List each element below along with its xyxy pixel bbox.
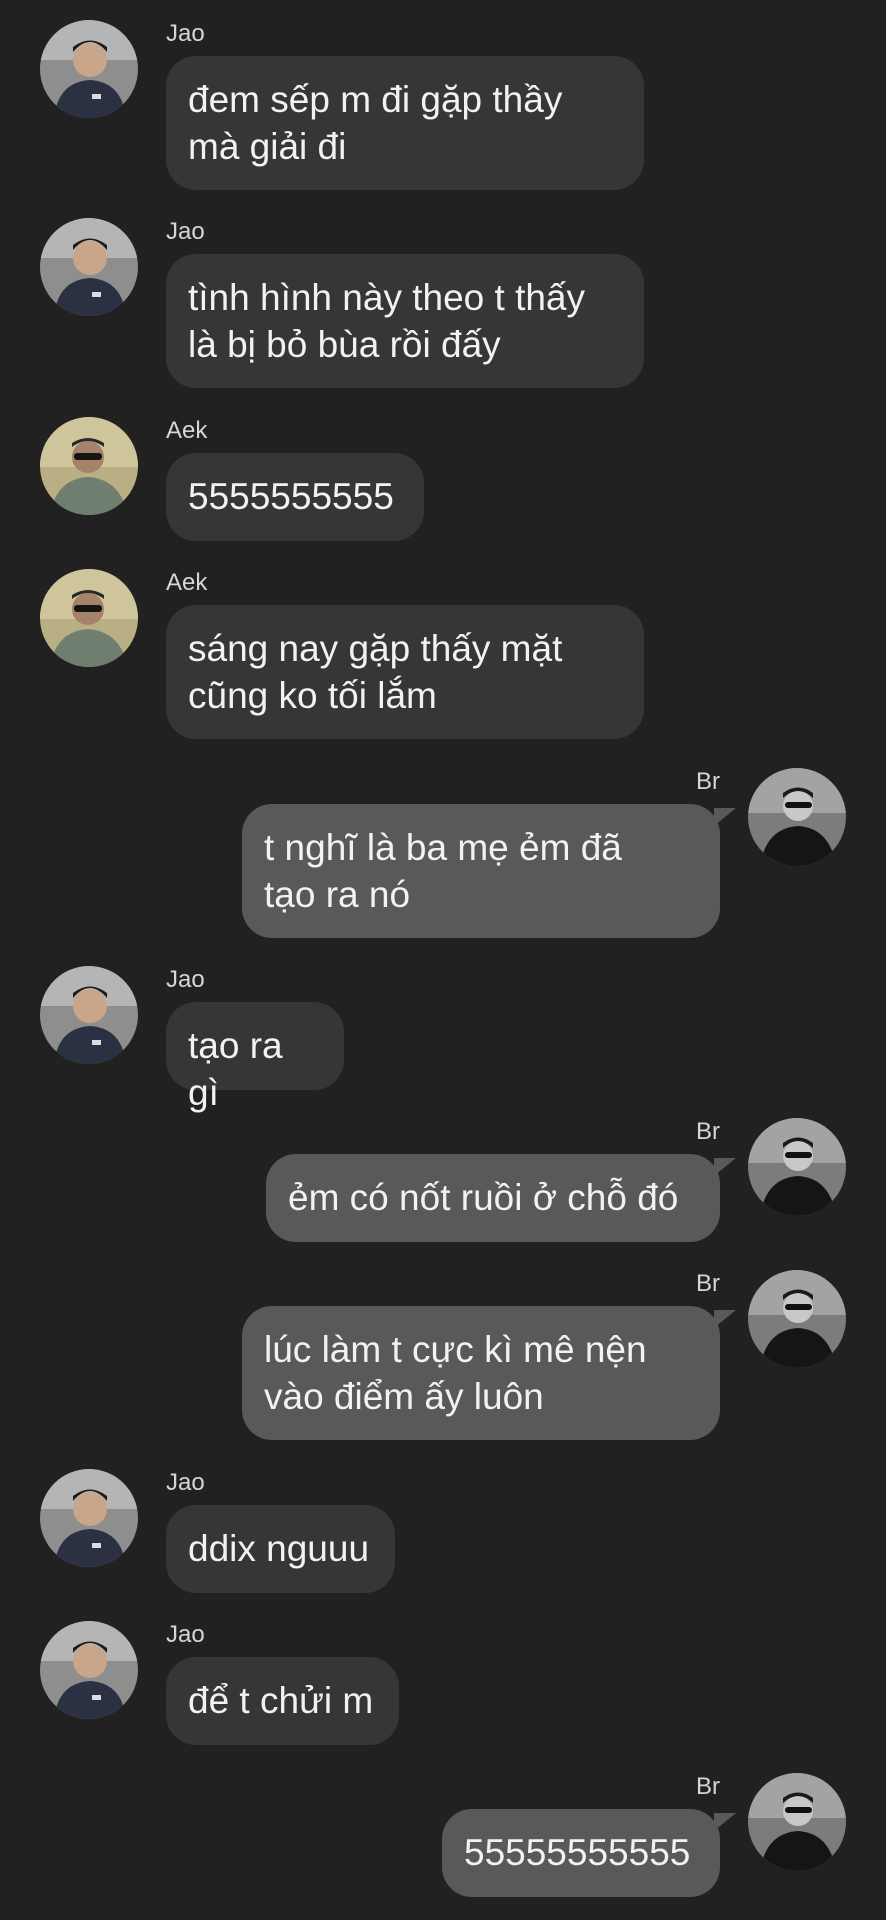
message-bubble[interactable]: 5555555555 <box>166 453 424 541</box>
message-bubble[interactable]: sáng nay gặp thấy mặt cũng ko tối lắm <box>166 605 644 739</box>
jao-avatar[interactable] <box>40 1621 138 1719</box>
sender-name: Jao <box>166 218 205 245</box>
sender-name: Br <box>696 1270 720 1297</box>
jao-avatar[interactable] <box>40 20 138 118</box>
jao-avatar[interactable] <box>40 218 138 316</box>
sender-name: Br <box>696 768 720 795</box>
aek-avatar[interactable] <box>40 417 138 515</box>
message-bubble[interactable]: ẻm có nốt ruồi ở chỗ đó <box>266 1154 720 1242</box>
aek-avatar[interactable] <box>40 569 138 667</box>
sender-name: Aek <box>166 417 208 444</box>
br-avatar[interactable] <box>748 768 846 866</box>
sender-name: Jao <box>166 966 205 993</box>
message-bubble[interactable]: ddix nguuu <box>166 1505 395 1593</box>
chat-thread[interactable]: Jao đem sếp m đi gặp thầy mà giải đi Jao… <box>0 0 886 1920</box>
message-bubble[interactable]: t nghĩ là ba mẹ ẻm đã tạo ra nó <box>242 804 720 938</box>
message-bubble[interactable]: tạo ra gì <box>166 1002 344 1113</box>
message-bubble[interactable]: để t chửi m <box>166 1657 399 1745</box>
jao-avatar[interactable] <box>40 966 138 1064</box>
br-avatar[interactable] <box>748 1773 846 1871</box>
sender-name: Aek <box>166 569 208 596</box>
sender-name: Jao <box>166 1469 205 1496</box>
message-bubble[interactable]: đem sếp m đi gặp thầy mà giải đi <box>166 56 644 190</box>
message-bubble[interactable]: tình hình này theo t thấy là bị bỏ bùa r… <box>166 254 644 388</box>
br-avatar[interactable] <box>748 1118 846 1216</box>
message-bubble[interactable]: 55555555555 <box>442 1809 720 1897</box>
br-avatar[interactable] <box>748 1270 846 1368</box>
sender-name: Br <box>696 1118 720 1145</box>
message-bubble[interactable]: lúc làm t cực kì mê nện vào điểm ấy luôn <box>242 1306 720 1440</box>
sender-name: Jao <box>166 20 205 47</box>
sender-name: Jao <box>166 1621 205 1648</box>
jao-avatar[interactable] <box>40 1469 138 1567</box>
sender-name: Br <box>696 1773 720 1800</box>
